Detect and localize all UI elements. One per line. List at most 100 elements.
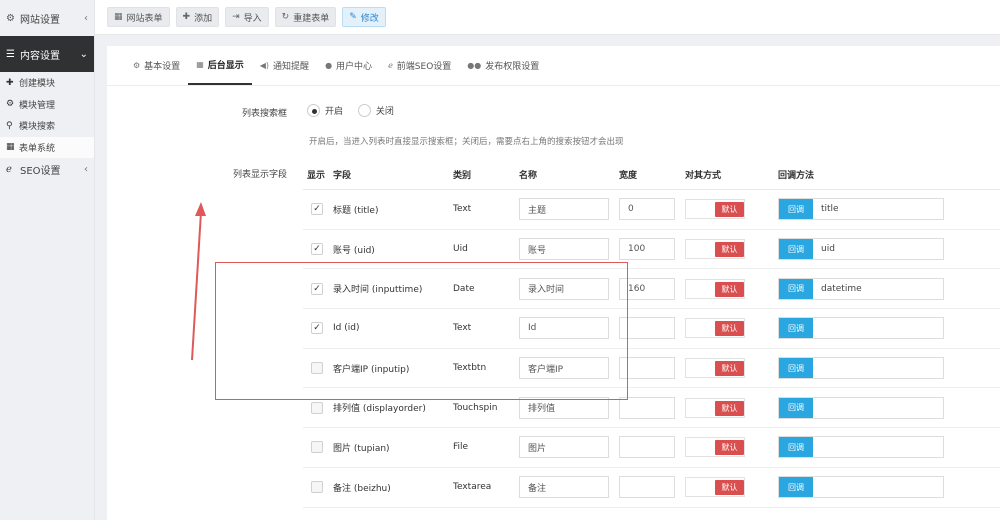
add-button[interactable]: ✚ 添加 [175, 7, 220, 27]
show-checkbox[interactable]: ✓ [311, 282, 323, 295]
cell-type: Text [453, 204, 472, 215]
sidebar-menu-site-settings[interactable]: ⚙ 网站设置 ‹ [0, 0, 94, 36]
ie-icon: ℯ [388, 60, 393, 70]
callback-button[interactable]: 回调 [779, 358, 813, 379]
align-select[interactable]: 默认 [685, 318, 745, 339]
sidebar-item-module-manage[interactable]: ⚙ 模块管理 [0, 94, 94, 116]
show-checkbox[interactable]: ✓ [311, 243, 323, 256]
cell-callback: 回调 [778, 357, 1000, 380]
search-box-hint: 开启后，当进入列表时直接显示搜索框；关闭后，需要点右上角的搜索按钮才会出现 [309, 137, 624, 147]
callback-button[interactable]: 回调 [779, 239, 813, 260]
sidebar-item-label: 创建模块 [19, 79, 56, 90]
name-input[interactable]: 备注 [519, 476, 609, 499]
header-width: 宽度 [619, 171, 638, 181]
show-checkbox[interactable]: ✓ [311, 203, 323, 216]
callback-input[interactable] [813, 358, 943, 379]
callback-button[interactable]: 回调 [779, 318, 813, 339]
callback-input-group: 回调 datetime [778, 277, 944, 300]
sidebar-item-label: 模块管理 [19, 100, 56, 111]
callback-button[interactable]: 回调 [779, 199, 813, 220]
header-field: 字段 [333, 171, 352, 181]
tab-frontend-seo[interactable]: ℯ 前端SEO设置 [380, 45, 459, 85]
callback-input[interactable]: datetime [813, 278, 943, 299]
cell-show: ✓ [303, 203, 333, 216]
name-input[interactable]: 录入时间 [519, 277, 609, 300]
name-input[interactable]: 账号 [519, 238, 609, 261]
show-checkbox[interactable]: ✓ [311, 322, 323, 335]
callback-input[interactable]: uid [813, 239, 943, 260]
tab-user-center[interactable]: ● 用户中心 [317, 45, 380, 85]
callback-input[interactable] [813, 318, 943, 339]
callback-input[interactable] [813, 397, 943, 418]
ie-icon: ℯ [6, 163, 12, 175]
width-input[interactable] [619, 436, 675, 459]
search-box-label: 列表搜索框 [242, 109, 288, 119]
sidebar-item-label: 表单系统 [19, 143, 56, 154]
rebuild-form-button[interactable]: ↻ 重建表单 [274, 7, 337, 27]
cell-name: 客户端IP [519, 357, 619, 380]
radio-search-off[interactable]: 关闭 [357, 104, 394, 117]
callback-input[interactable]: title [813, 199, 943, 220]
refresh-icon: ↻ [281, 12, 290, 22]
default-badge: 默认 [715, 480, 744, 496]
align-select[interactable]: 默认 [685, 397, 745, 418]
tab-publish-permissions[interactable]: ●● 发布权限设置 [459, 45, 547, 85]
edit-button[interactable]: ✎ 修改 [342, 7, 386, 27]
align-select[interactable]: 默认 [685, 278, 745, 299]
show-checkbox[interactable] [311, 481, 323, 494]
width-input[interactable]: 100 [619, 238, 675, 261]
table-row: 图片 (tupian) File 图片 默认 回调 [303, 428, 1000, 468]
sidebar-menu-label: SEO设置 [20, 165, 61, 177]
align-select[interactable]: 默认 [685, 437, 745, 458]
align-select[interactable]: 默认 [685, 358, 745, 379]
callback-input-group: 回调 [778, 317, 944, 340]
cell-align: 默认 [685, 358, 778, 379]
cell-name: 排列值 [519, 396, 619, 419]
sidebar-item-form-system[interactable]: ▦ 表单系统 [0, 136, 94, 158]
show-checkbox[interactable] [311, 401, 323, 414]
cell-field: 排列值 (displayorder) [333, 404, 426, 415]
cell-type: Uid [453, 244, 468, 255]
name-input[interactable]: 图片 [519, 436, 609, 459]
width-input[interactable]: 0 [619, 198, 675, 221]
callback-button[interactable]: 回调 [779, 278, 813, 299]
name-input[interactable]: 客户端IP [519, 357, 609, 380]
align-select[interactable]: 默认 [685, 199, 745, 220]
sidebar-item-module-search[interactable]: ⚲ 模块搜索 [0, 115, 94, 137]
table-row: 客户端IP (inputip) Textbtn 客户端IP 默认 回调 [303, 349, 1000, 389]
align-select[interactable]: 默认 [685, 477, 745, 498]
width-input[interactable] [619, 476, 675, 499]
width-input[interactable] [619, 317, 675, 340]
check-icon: ✓ [313, 204, 321, 215]
callback-input-group: 回调 [778, 476, 944, 499]
name-input[interactable]: Id [519, 317, 609, 340]
width-input[interactable] [619, 396, 675, 419]
cell-width [619, 476, 685, 499]
show-checkbox[interactable] [311, 441, 323, 454]
cell-width: 160 [619, 277, 685, 300]
cell-field: 客户端IP (inputip) [333, 364, 410, 375]
form-list-button[interactable]: ▦ 网站表单 [107, 7, 170, 27]
import-button[interactable]: ⇥ 导入 [225, 7, 269, 27]
tab-basic-settings[interactable]: ⚙ 基本设置 [125, 45, 188, 85]
callback-button[interactable]: 回调 [779, 477, 813, 498]
sidebar-menu-seo[interactable]: ℯ SEO设置 ‹ [0, 158, 94, 180]
tab-admin-display[interactable]: ▦ 后台显示 [188, 45, 252, 85]
callback-button[interactable]: 回调 [779, 397, 813, 418]
sidebar-item-create-module[interactable]: ✚ 创建模块 [0, 72, 94, 94]
cell-type: File [453, 442, 469, 453]
cell-show: ✓ [303, 282, 333, 295]
show-checkbox[interactable] [311, 362, 323, 375]
callback-button[interactable]: 回调 [779, 437, 813, 458]
width-input[interactable]: 160 [619, 277, 675, 300]
callback-input[interactable] [813, 437, 943, 458]
callback-input[interactable] [813, 477, 943, 498]
name-input[interactable]: 排列值 [519, 396, 609, 419]
toolbar: ▦ 网站表单 ✚ 添加 ⇥ 导入 ↻ 重建表单 ✎ 修改 [95, 0, 1000, 35]
radio-search-on[interactable]: 开启 [307, 104, 343, 117]
width-input[interactable] [619, 357, 675, 380]
tab-notifications[interactable]: ◀) 通知提醒 [252, 45, 317, 85]
sidebar-menu-content-settings[interactable]: ☰ 内容设置 ⌄ [0, 36, 94, 72]
name-input[interactable]: 主题 [519, 198, 609, 221]
align-select[interactable]: 默认 [685, 239, 745, 260]
